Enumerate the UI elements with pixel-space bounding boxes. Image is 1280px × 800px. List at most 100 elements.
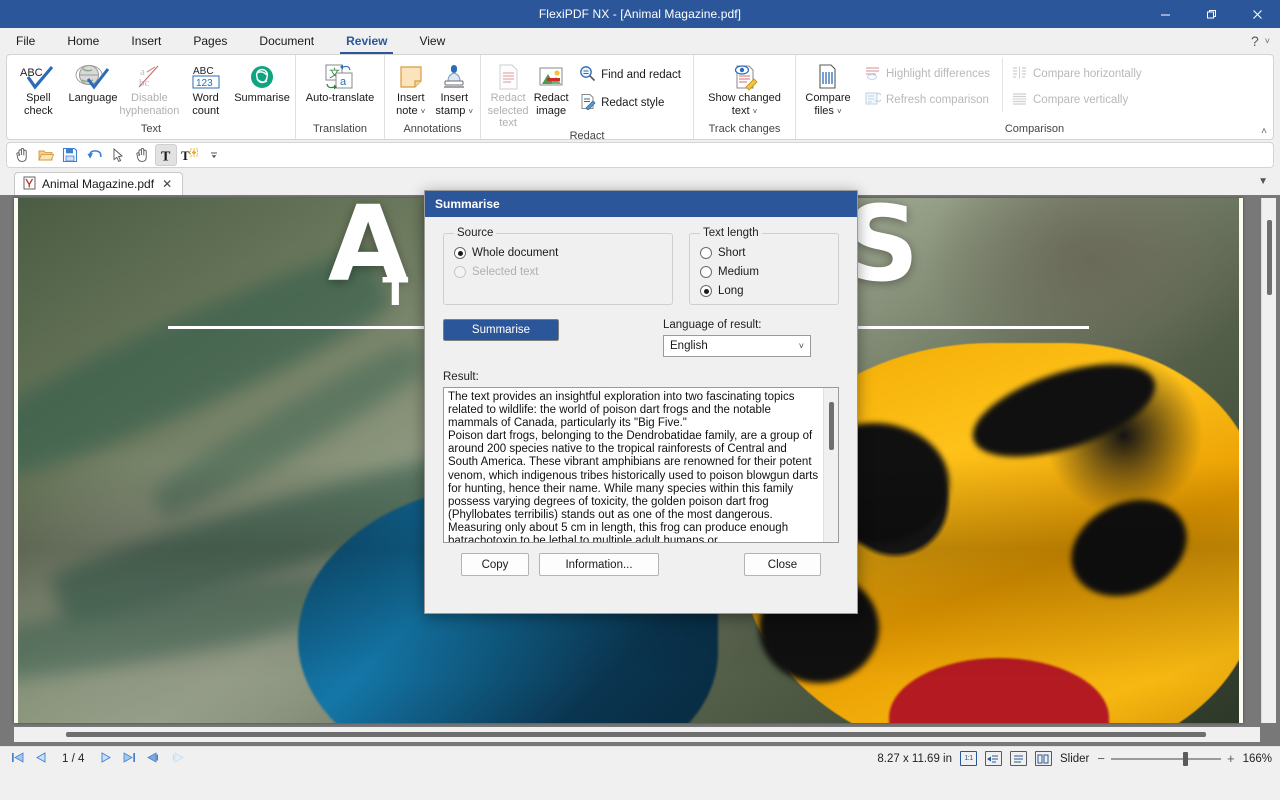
zoom-slider-track[interactable] [1111,758,1221,760]
menu-item-pages[interactable]: Pages [177,28,243,54]
radio-selected-text-indicator [454,266,466,278]
horizontal-scrollbar[interactable] [14,727,1260,742]
auto-translate-button[interactable]: 文 a Auto-translate [300,58,380,105]
disable-hyphenation-label: Disable hyphenation [119,92,179,117]
word-count-label: Word count [180,92,231,117]
document-tab[interactable]: Animal Magazine.pdf ✕ [14,172,183,196]
insert-stamp-button[interactable]: Insert stamp ˅ [433,58,477,117]
word-count-button[interactable]: ABC 123 Word count [178,58,233,117]
chevron-down-icon[interactable]: ˅ [421,107,426,116]
menu-item-review[interactable]: Review [330,28,403,54]
fit-width-icon[interactable] [985,751,1002,766]
compare-horizontally-label: Compare horizontally [1033,68,1142,80]
collapse-ribbon-icon[interactable]: ˄ [1261,126,1267,137]
insert-stamp-label: Insert stamp [435,92,468,117]
result-textarea[interactable]: The text provides an insightful explorat… [443,387,839,543]
radio-long-indicator[interactable] [700,285,712,297]
radio-long[interactable]: Long [700,285,828,297]
result-scroll-thumb[interactable] [829,402,834,450]
chevron-down-icon[interactable]: ˅ [837,107,842,116]
zoom-slider-thumb[interactable] [1183,752,1188,766]
open-folder-icon[interactable] [35,144,57,166]
close-tab-icon[interactable]: ✕ [160,177,174,191]
dialog-close-button[interactable]: Close [744,553,821,576]
continuous-page-icon[interactable] [1035,751,1052,766]
radio-whole-document[interactable]: Whole document [454,247,662,259]
previous-page-button[interactable] [32,752,50,766]
overflow-chevron-icon[interactable] [203,144,225,166]
radio-short-indicator[interactable] [700,247,712,259]
go-forward-button[interactable] [168,752,186,766]
zoom-out-button[interactable]: − [1097,751,1105,766]
hyphenation-icon: a bc [133,62,165,92]
find-and-redact-button[interactable]: Find and redact [573,62,687,88]
actual-size-icon[interactable]: 1:1 [960,751,977,766]
language-button[interactable]: Language [66,58,121,105]
highlight-differences-label: Highlight differences [886,68,990,80]
pan-hand-icon[interactable] [131,144,153,166]
ribbon-group-comparison: Compare files ˅ Highlight differences [795,55,1273,139]
hand-pointer-icon[interactable] [11,144,33,166]
dialog-summarise-button[interactable]: Summarise [443,319,559,341]
insert-note-button[interactable]: Insert note ˅ [389,58,433,117]
radio-medium[interactable]: Medium [700,266,828,278]
radio-whole-document-indicator[interactable] [454,247,466,259]
redact-image-label: Redact image [533,92,569,117]
chevron-down-icon[interactable]: ˅ [753,107,758,116]
text-tool-icon[interactable]: T [155,144,177,166]
ribbon-container: ABC Spell check Language [0,54,1280,140]
vertical-scroll-thumb[interactable] [1267,220,1272,295]
vertical-scrollbar[interactable] [1261,198,1276,723]
undo-icon[interactable] [83,144,105,166]
horizontal-scroll-thumb[interactable] [66,732,1206,737]
summarise-button[interactable]: Summarise [233,58,291,105]
last-page-button[interactable] [120,752,138,766]
save-icon[interactable] [59,144,81,166]
add-text-icon[interactable]: T [179,144,201,166]
menu-item-view[interactable]: View [403,28,461,54]
compare-files-button[interactable]: Compare files ˅ [800,58,856,117]
svg-text:T: T [181,148,190,163]
chevron-down-icon[interactable]: ˅ [468,107,473,116]
page-indicator[interactable]: 1 / 4 [56,753,90,765]
information-button[interactable]: Information... [539,553,659,576]
zoom-level-label[interactable]: 166% [1243,753,1272,765]
copy-button[interactable]: Copy [461,553,529,576]
language-select[interactable]: English ˅ [663,335,811,357]
maximize-button[interactable] [1188,0,1234,28]
menu-item-document[interactable]: Document [243,28,330,54]
go-back-button[interactable] [144,752,162,766]
language-label: Language [69,92,118,105]
single-page-icon[interactable] [1010,751,1027,766]
refresh-comparison-button: Refresh comparison [858,88,996,112]
magnifier-icon [579,65,596,85]
next-page-button[interactable] [96,752,114,766]
result-scrollbar[interactable] [823,388,838,542]
menu-item-home[interactable]: Home [51,28,115,54]
redact-selected-text-label: Redact selected text [487,92,529,130]
radio-whole-document-label: Whole document [472,247,558,259]
zoom-in-button[interactable]: + [1227,751,1235,766]
slider-label: Slider [1060,753,1089,765]
help-icon[interactable]: ? [1251,33,1259,49]
spell-check-button[interactable]: ABC Spell check [11,58,66,117]
select-arrow-icon[interactable] [107,144,129,166]
menu-item-insert[interactable]: Insert [115,28,177,54]
show-changed-text-button[interactable]: Show changed text ˅ [703,58,787,117]
close-window-button[interactable] [1234,0,1280,28]
radio-medium-indicator[interactable] [700,266,712,278]
radio-short[interactable]: Short [700,247,828,259]
first-page-button[interactable] [8,752,26,766]
svg-text:123: 123 [196,78,213,89]
redact-image-button[interactable]: Redact image [531,58,571,117]
minimize-button[interactable] [1142,0,1188,28]
redact-style-button[interactable]: Redact style [573,90,687,116]
chevron-down-icon[interactable]: ˅ [1265,36,1270,46]
svg-text:T: T [161,149,171,163]
menu-item-file[interactable]: File [0,28,51,54]
chevron-down-icon[interactable]: ˅ [799,341,804,351]
tab-strip-chevron-icon[interactable]: ▼ [1258,176,1280,187]
zoom-slider-control[interactable]: − + [1097,751,1234,766]
quick-access-toolbar-container: T T [0,140,1280,168]
result-text: The text provides an insightful explorat… [444,388,838,543]
